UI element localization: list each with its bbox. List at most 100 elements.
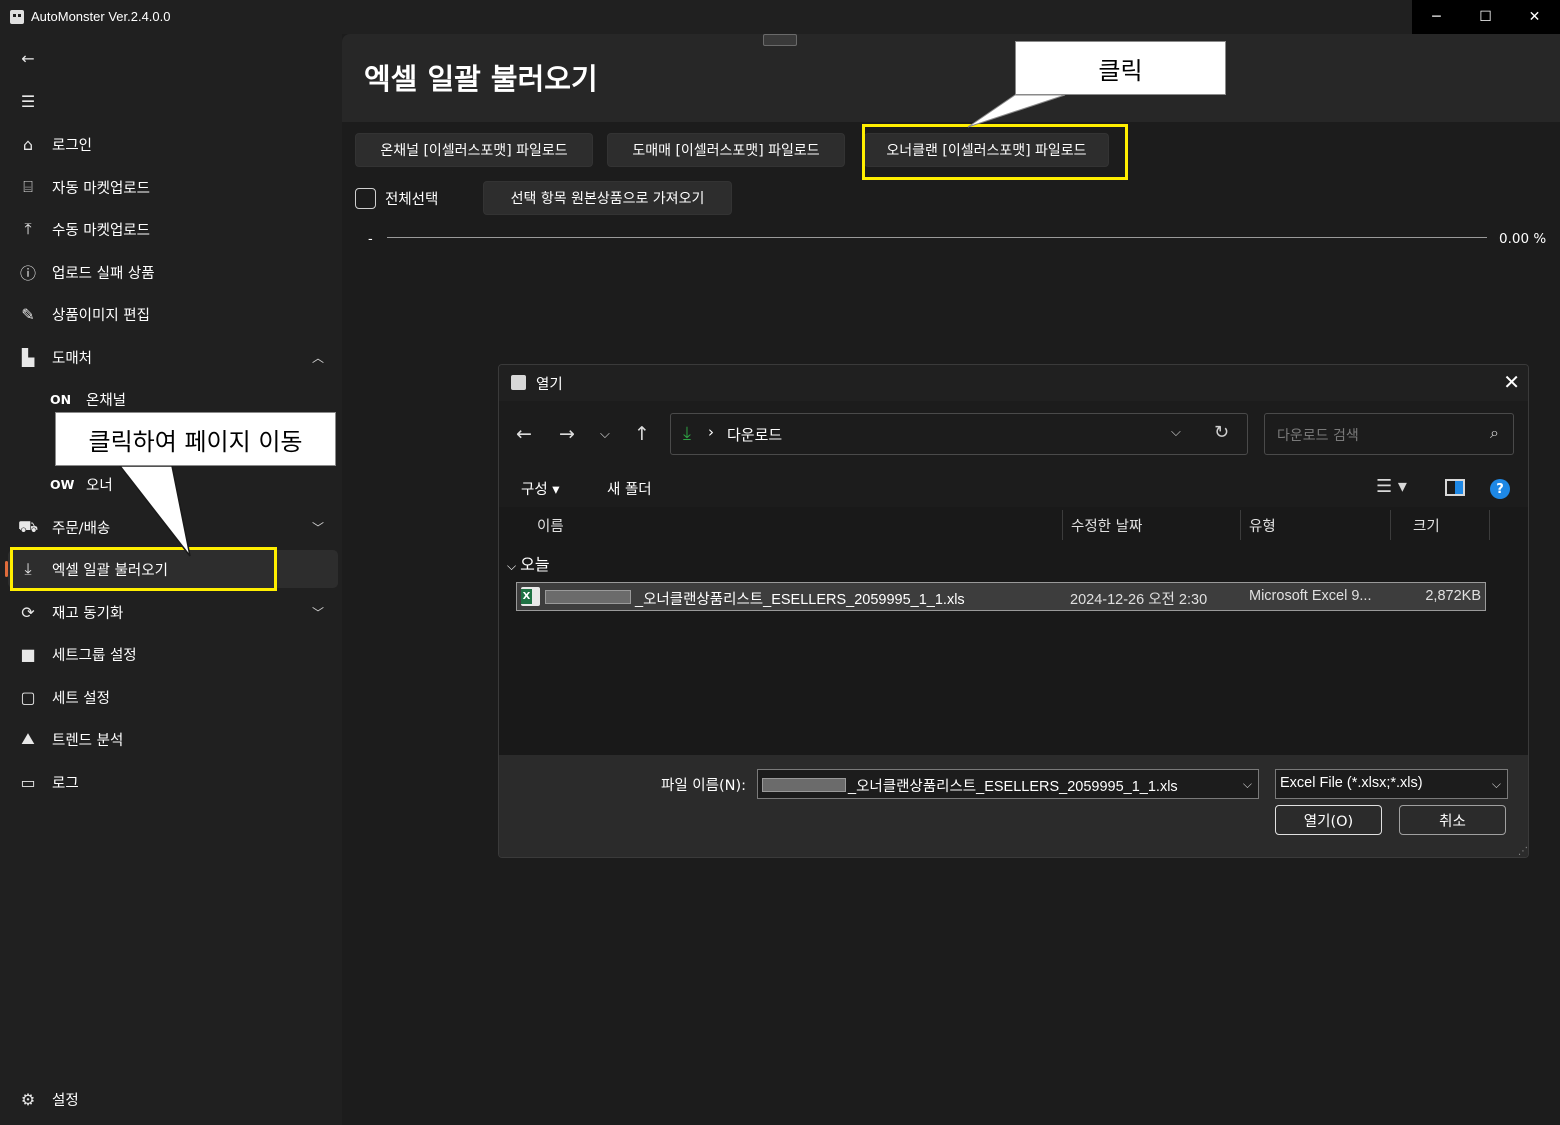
group-label: 오늘 (520, 555, 550, 574)
back-arrow-icon[interactable]: ← (516, 423, 532, 445)
selected-indicator (5, 561, 8, 577)
select-all-checkbox[interactable] (355, 188, 376, 209)
column-header-name[interactable]: 이름 (537, 515, 564, 536)
excel-file-icon (521, 587, 540, 606)
forward-arrow-icon[interactable]: → (559, 423, 575, 445)
column-separator[interactable] (1489, 510, 1490, 540)
sidebar-item-login[interactable]: ⌂ 로그인 (8, 125, 338, 163)
filetype-value: Excel File (*.xlsx;*.xls) (1280, 775, 1423, 791)
import-selected-button[interactable]: 선택 항목 원본상품으로 가져오기 (483, 181, 732, 215)
sidebar-item-image-edit[interactable]: ✎ 상품이미지 편집 (8, 295, 338, 333)
filetype-select[interactable]: Excel File (*.xlsx;*.xls) ⌵ (1275, 769, 1508, 799)
sidebar-item-orders[interactable]: ⛟ 주문/배송 ﹀ (8, 508, 338, 546)
sidebar-item-stock-sync[interactable]: ⟳ 재고 동기화 ﹀ (8, 593, 338, 631)
domeme-load-button[interactable]: 도매매 [이셀러스포맷] 파일로드 (607, 133, 845, 167)
help-icon[interactable]: ? (1490, 479, 1510, 499)
new-folder-button[interactable]: 새 폴더 (607, 478, 652, 499)
cancel-button[interactable]: 취소 (1399, 805, 1506, 835)
select-all-label: 전체선택 (385, 192, 439, 208)
close-button[interactable]: ✕ (1510, 0, 1559, 34)
search-placeholder: 다운로드 검색 (1277, 428, 1359, 444)
download-folder-icon: ⤓ (683, 423, 691, 444)
back-button[interactable]: ← (8, 39, 338, 77)
column-header-date[interactable]: 수정한 날짜 (1071, 515, 1142, 536)
cart-icon: ⛟ (17, 516, 39, 536)
filename-value: _오너클랜상품리스트_ESELLERS_2059995_1_1.xls (848, 779, 1178, 795)
gear-icon: ⚙ (20, 1089, 36, 1109)
address-bar[interactable]: ⤓ › 다운로드 ⌵ ↻ (670, 413, 1248, 455)
dialog-toolbar: 구성 ▾ 새 폴더 ☰ ▾ ? (499, 465, 1528, 507)
sidebar-item-label: 업로드 실패 상품 (52, 265, 155, 282)
address-chevron-down-icon[interactable]: ⌵ (1171, 425, 1181, 440)
up-arrow-icon[interactable]: ↑ (634, 423, 650, 445)
chevron-down-icon[interactable]: ⌵ (1243, 777, 1252, 792)
sidebar-item-upload-failed[interactable]: ⓘ 업로드 실패 상품 (8, 253, 338, 291)
search-icon: ⌕ (1490, 423, 1499, 442)
column-separator[interactable] (1390, 510, 1391, 540)
sidebar-item-label: 수동 마켓업로드 (52, 222, 150, 239)
file-type: Microsoft Excel 9... (1249, 588, 1372, 604)
column-header-size[interactable]: 크기 (1413, 515, 1440, 536)
window-title: AutoMonster Ver.2.4.0.0 (31, 9, 171, 24)
sidebar-item-label: 트렌드 분석 (52, 732, 124, 749)
preview-pane-icon[interactable] (1445, 479, 1465, 496)
address-text: 다운로드 (727, 426, 783, 444)
chevron-down-icon: ⌵ (1491, 777, 1501, 791)
dialog-close-button[interactable]: ✕ (1503, 370, 1520, 394)
dialog-nav-bar: ← → ⌵ ↑ ⤓ › 다운로드 ⌵ ↻ 다운로드 검색 ⌕ (499, 401, 1528, 465)
open-button[interactable]: 열기(O) (1275, 805, 1382, 835)
sidebar-item-manual-upload[interactable]: ⤒ 수동 마켓업로드 (8, 210, 338, 248)
drag-handle[interactable] (763, 34, 797, 46)
building-icon: ▙ (21, 347, 35, 367)
chevron-down-icon: ﹀ (311, 605, 324, 620)
sidebar-item-setgroup[interactable]: ■ 세트그룹 설정 (8, 635, 338, 673)
organize-menu[interactable]: 구성 ▾ (521, 478, 560, 499)
sidebar-subitem-prefix: ON (50, 391, 72, 407)
search-input[interactable]: 다운로드 검색 ⌕ (1264, 413, 1514, 455)
upload-icon: ⤒ (24, 219, 32, 238)
title-bar: AutoMonster Ver.2.4.0.0 ─ ☐ ✕ (0, 0, 1560, 34)
refresh-icon[interactable]: ↻ (1214, 422, 1229, 443)
menu-toggle-button[interactable]: ☰ (8, 82, 338, 120)
callout-click: 클릭 (1015, 41, 1226, 95)
file-row[interactable]: _오너클랜상품리스트_ESELLERS_2059995_1_1.xls 2024… (516, 582, 1486, 611)
file-open-dialog: 열기 ✕ ← → ⌵ ↑ ⤓ › 다운로드 ⌵ ↻ 다운로드 검색 ⌕ 구성 ▾… (498, 364, 1529, 858)
column-header-type[interactable]: 유형 (1249, 515, 1276, 536)
minimize-button[interactable]: ─ (1412, 0, 1461, 34)
dialog-footer: 파일 이름(N): _오너클랜상품리스트_ESELLERS_2059995_1_… (499, 755, 1528, 857)
chevron-down-icon: ﹀ (311, 520, 324, 535)
sidebar-item-label: 도매처 (52, 350, 93, 367)
file-list: 이름 수정한 날짜 유형 크기 ⌵오늘 _오너클랜상품리스트_ESELLERS_… (499, 507, 1528, 755)
sidebar-subitem-label: 온채널 (86, 392, 127, 409)
redacted-text (762, 778, 846, 792)
sidebar-subitem-ownerclan[interactable]: OW 오너 (8, 465, 338, 503)
view-options-icon[interactable]: ☰ ▾ (1376, 476, 1407, 497)
chevron-down-icon: ⌵ (507, 559, 517, 573)
resize-grip-icon[interactable]: ⋰ (1518, 846, 1528, 857)
sidebar-item-auto-upload[interactable]: ⌸ 자동 마켓업로드 (8, 168, 338, 206)
hamburger-icon: ☰ (20, 91, 36, 111)
sidebar-item-settings[interactable]: ⚙ 설정 (8, 1080, 338, 1118)
filename-input[interactable]: _오너클랜상품리스트_ESELLERS_2059995_1_1.xls ⌵ (757, 769, 1259, 799)
redacted-text (545, 590, 631, 604)
progress-label: - (368, 232, 373, 247)
sync-icon: ⟳ (21, 602, 35, 622)
square-outline-icon: ▢ (20, 687, 36, 707)
group-header[interactable]: ⌵ 오늘 (507, 551, 550, 575)
maximize-button[interactable]: ☐ (1461, 0, 1510, 34)
arrow-left-icon: ← (21, 48, 35, 68)
sidebar-item-label: 설정 (52, 1092, 79, 1109)
sidebar-item-trend[interactable]: ⛰ 트렌드 분석 (8, 720, 338, 758)
sidebar-item-log[interactable]: ▭ 로그 (8, 763, 338, 801)
sidebar-item-set[interactable]: ▢ 세트 설정 (8, 678, 338, 716)
sidebar-item-label: 로그인 (52, 137, 93, 154)
file-name: _오너클랜상품리스트_ESELLERS_2059995_1_1.xls (635, 592, 965, 608)
recent-chevron-down-icon[interactable]: ⌵ (600, 427, 610, 442)
sidebar-item-label: 세트 설정 (52, 690, 110, 707)
app-icon (511, 375, 526, 390)
column-separator[interactable] (1062, 510, 1063, 540)
file-date: 2024-12-26 오전 2:30 (1070, 592, 1208, 608)
column-separator[interactable] (1240, 510, 1241, 540)
onchannel-load-button[interactable]: 온채널 [이셀러스포맷] 파일로드 (355, 133, 593, 167)
sidebar-item-wholesale[interactable]: ▙ 도매처 ︿ (8, 338, 338, 376)
